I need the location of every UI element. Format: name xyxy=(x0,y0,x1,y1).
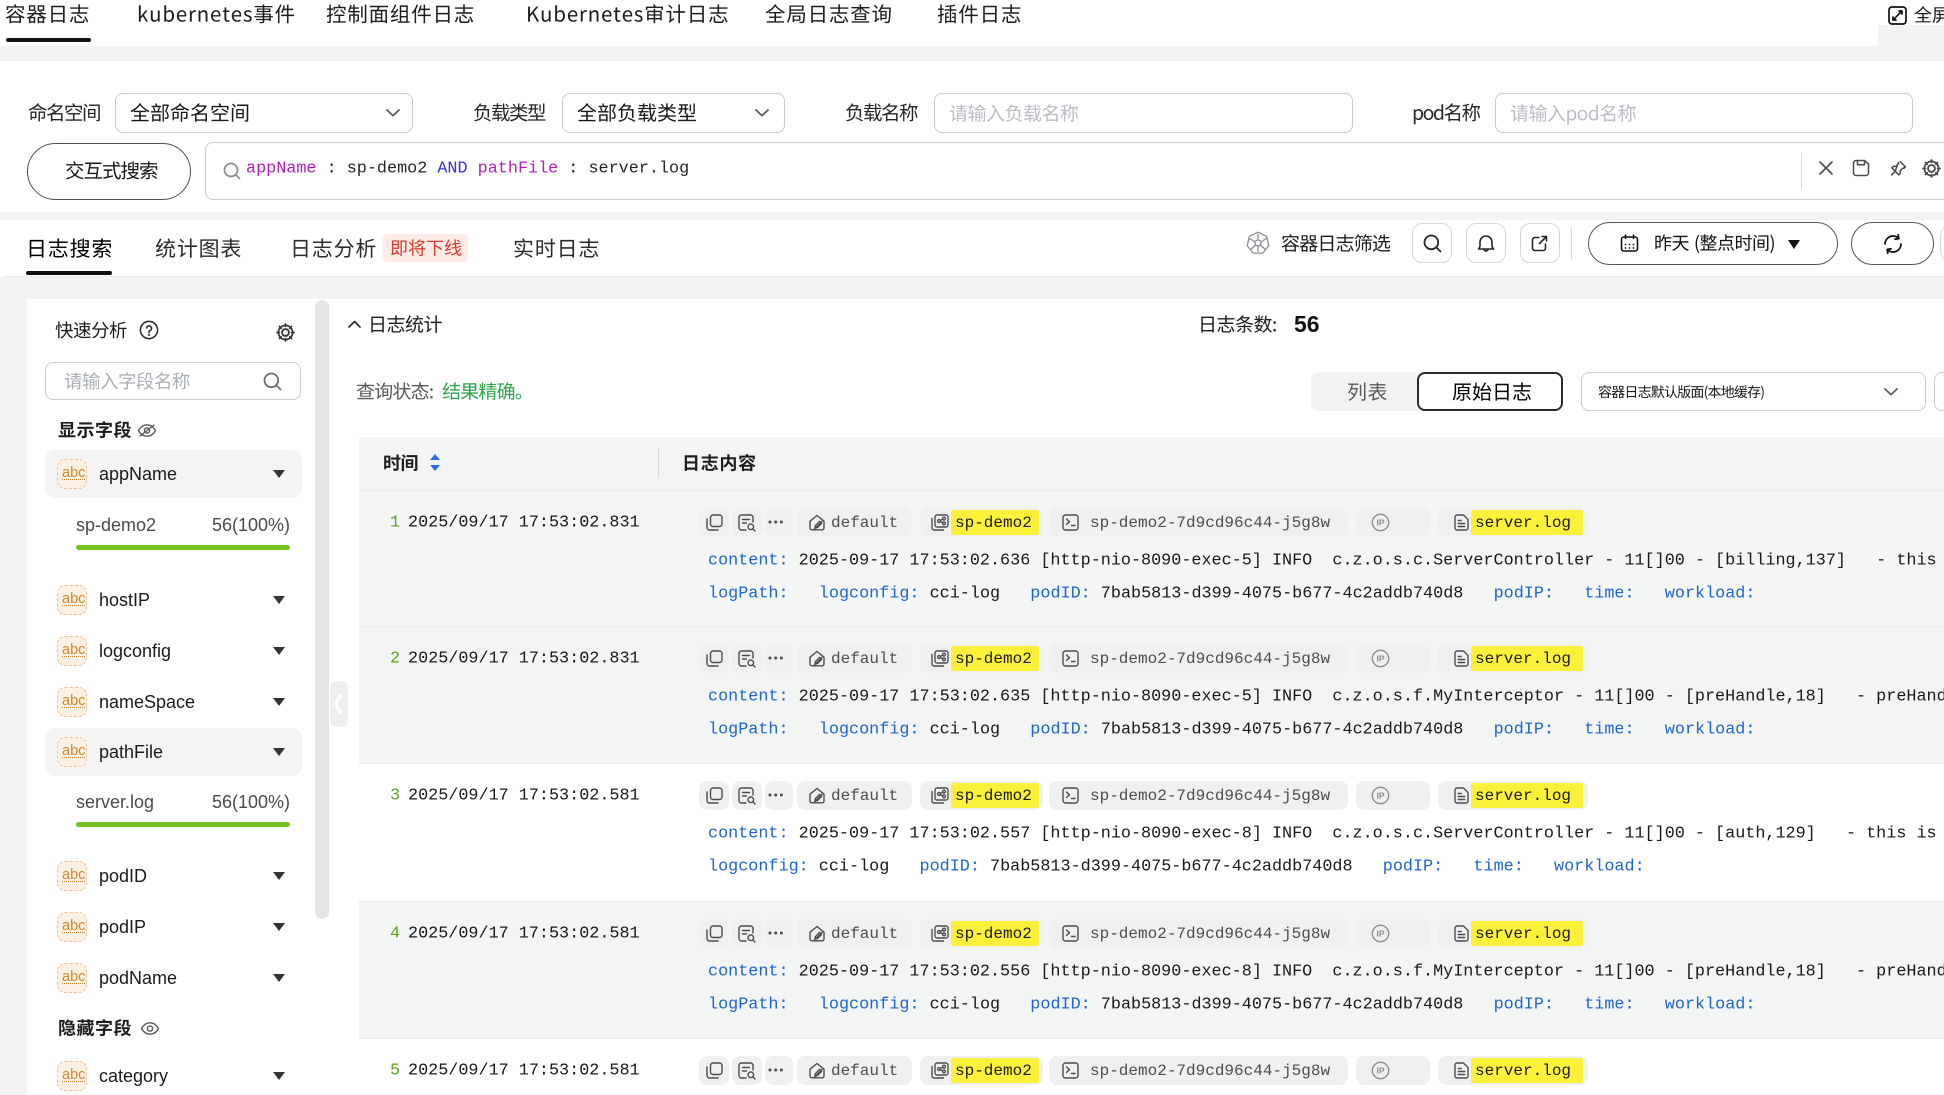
svg-text:IP: IP xyxy=(1376,1065,1384,1075)
svg-text:IP: IP xyxy=(1376,517,1384,527)
svg-text:IP: IP xyxy=(1376,790,1384,800)
svg-text:IP: IP xyxy=(1376,653,1384,663)
svg-text:IP: IP xyxy=(1376,928,1384,938)
